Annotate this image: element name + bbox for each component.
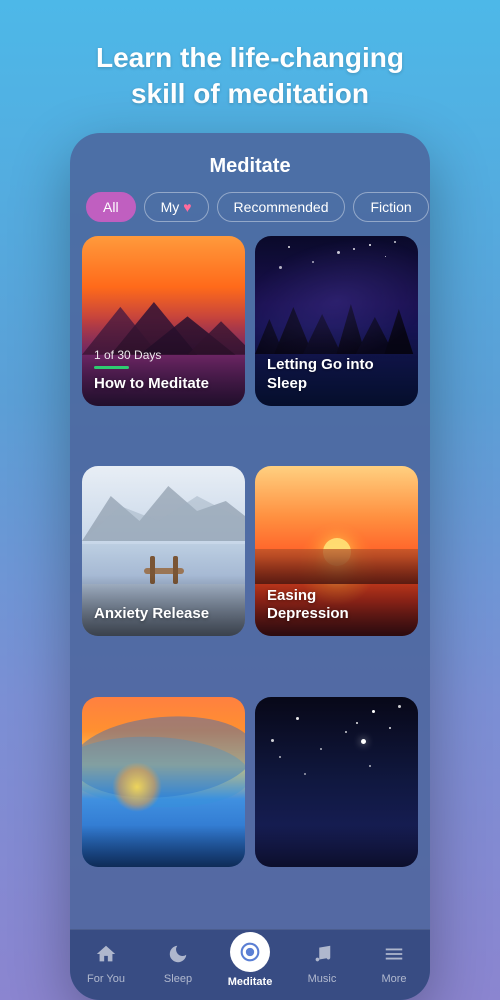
nav-music[interactable]: Music (286, 943, 358, 985)
nav-for-you-label: For You (87, 973, 125, 985)
nav-meditate-label: Meditate (228, 976, 273, 988)
content-grid: 1 of 30 Days How to Meditate (70, 236, 430, 929)
hero-section: Learn the life-changing skill of meditat… (66, 0, 434, 133)
card-1-title: How to Meditate (94, 375, 233, 394)
card-ocean-wave[interactable] (82, 697, 245, 867)
nav-for-you[interactable]: For You (70, 943, 142, 985)
card-anxiety-release[interactable]: Anxiety Release (82, 466, 245, 636)
hero-line2: skill of meditation (131, 78, 369, 109)
tab-bar: All My ♥ Recommended Fiction (70, 192, 430, 236)
progress-bar (94, 366, 129, 369)
wave-sun (112, 762, 162, 812)
moon-icon (167, 943, 189, 969)
lake-mountains (82, 481, 245, 541)
nav-meditate[interactable]: Meditate (214, 940, 286, 988)
heart-icon: ♥ (183, 199, 191, 215)
big-star (361, 739, 366, 744)
card-night-stars[interactable] (255, 697, 418, 867)
card-2-title: Letting Go into Sleep (267, 356, 406, 394)
app-title: Meditate (70, 133, 430, 192)
wave-label (82, 825, 245, 867)
card-how-to-meditate[interactable]: 1 of 30 Days How to Meditate (82, 236, 245, 406)
hero-plain-text: Learn the (96, 42, 230, 73)
stars-label (255, 825, 418, 867)
app-card: Meditate All My ♥ Recommended Fiction 1 … (70, 133, 430, 1000)
nav-more[interactable]: More (358, 943, 430, 985)
card-1-label: 1 of 30 Days How to Meditate (82, 318, 245, 406)
day-indicator: 1 of 30 Days (94, 348, 233, 362)
card-4-title: EasingDepression (267, 587, 406, 625)
tab-all[interactable]: All (86, 192, 136, 222)
card-3-label: Anxiety Release (82, 575, 245, 636)
card-4-label: EasingDepression (255, 557, 418, 637)
card-letting-go-sleep[interactable]: Letting Go into Sleep (255, 236, 418, 406)
meditate-center-icon (230, 932, 270, 972)
nav-sleep[interactable]: Sleep (142, 943, 214, 985)
music-icon (311, 943, 333, 969)
nav-music-label: Music (308, 973, 337, 985)
nav-sleep-label: Sleep (164, 973, 192, 985)
hero-bold-text: life-changing (230, 42, 404, 73)
card-easing-depression[interactable]: EasingDepression (255, 466, 418, 636)
card-3-title: Anxiety Release (94, 605, 233, 624)
home-icon (95, 943, 117, 969)
tab-fiction[interactable]: Fiction (353, 192, 428, 222)
card-2-label: Letting Go into Sleep (255, 326, 418, 406)
nav-more-label: More (381, 973, 406, 985)
bottom-navbar: For You Sleep Meditate (70, 929, 430, 1000)
tab-recommended[interactable]: Recommended (217, 192, 346, 222)
menu-icon (383, 943, 405, 969)
tab-my[interactable]: My ♥ (144, 192, 209, 222)
